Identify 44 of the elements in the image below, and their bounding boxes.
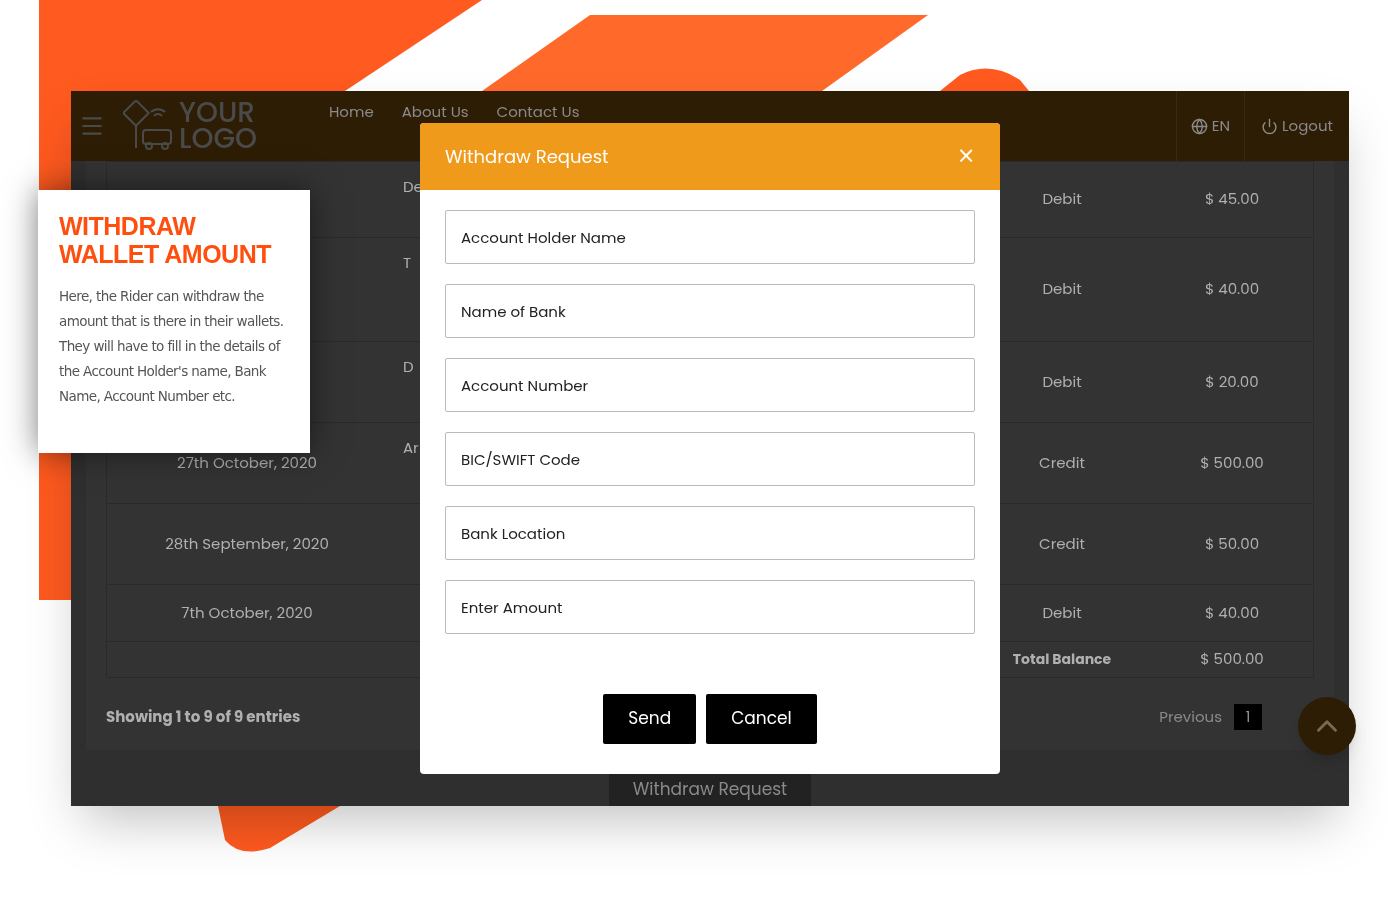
nav-link[interactable]: About Us: [401, 101, 469, 124]
table-cell: Ar: [403, 437, 419, 460]
table-cell-text: Debit: [1041, 188, 1083, 211]
total-amount: $ 500.00: [1199, 648, 1265, 671]
globe-icon: [1190, 117, 1208, 135]
table-cell-text: $ 500.00: [1199, 451, 1265, 475]
table-cell-text: $ 50.00: [1203, 532, 1261, 556]
table-cell-text: 7th October, 2020: [180, 601, 314, 625]
callout-title: WITHDRAW WALLET AMOUNT: [59, 212, 273, 268]
table-cell: T: [403, 252, 412, 275]
table-cell: D: [403, 356, 414, 379]
taxi-logo-icon: [123, 100, 175, 152]
logo-text: YOUR: [179, 100, 255, 126]
table-cell-text: $ 20.00: [1204, 370, 1260, 394]
table-cell-text: Credit: [1038, 451, 1086, 475]
input-field[interactable]: Account Holder Name: [445, 210, 975, 264]
table-cell-text: 27th October, 2020: [176, 451, 318, 475]
table-cell-text: $ 45.00: [1203, 188, 1261, 211]
input-field[interactable]: Account Number: [445, 358, 975, 412]
table-cell-text: Debit: [1041, 601, 1083, 625]
table-cell-text: Credit: [1038, 532, 1086, 556]
callout-text: Here, the Rider can withdraw the amount that is there in their wallets. They will have to fill in the details of the Account Holder's name, Bank Name, Account Number etc.: [59, 287, 285, 406]
power-icon: [1261, 117, 1279, 135]
table-cell-text: 28th September, 2020: [164, 532, 330, 556]
language-selector[interactable]: EN: [1175, 91, 1245, 161]
nav-link[interactable]: Contact Us: [496, 101, 580, 124]
page-button[interactable]: 1: [1234, 704, 1262, 730]
table-cell-text: $ 40.00: [1203, 278, 1261, 301]
entries-summary: Showing 1 to 9 of 9 entries: [106, 705, 301, 729]
send-button[interactable]: Send: [603, 694, 697, 744]
table-cell-text: Debit: [1041, 278, 1083, 301]
previous-link[interactable]: Previous: [1159, 705, 1222, 729]
withdraw-request-button[interactable]: Withdraw Request: [608, 774, 812, 806]
logo-text: LOGO: [179, 126, 257, 152]
total-label: Total Balance: [1011, 649, 1113, 670]
table-cell-text: $ 40.00: [1203, 601, 1261, 625]
input-field[interactable]: BIC/SWIFT Code: [445, 432, 975, 486]
nav-link[interactable]: Home: [329, 101, 374, 124]
input-field[interactable]: Name of Bank: [445, 284, 975, 338]
cancel-button[interactable]: Cancel: [706, 694, 817, 744]
dialog-title: Withdraw Request: [445, 143, 609, 170]
input-field[interactable]: Bank Location: [445, 506, 975, 560]
table-cell-text: Debit: [1041, 370, 1083, 394]
input-field[interactable]: Enter Amount: [445, 580, 975, 634]
